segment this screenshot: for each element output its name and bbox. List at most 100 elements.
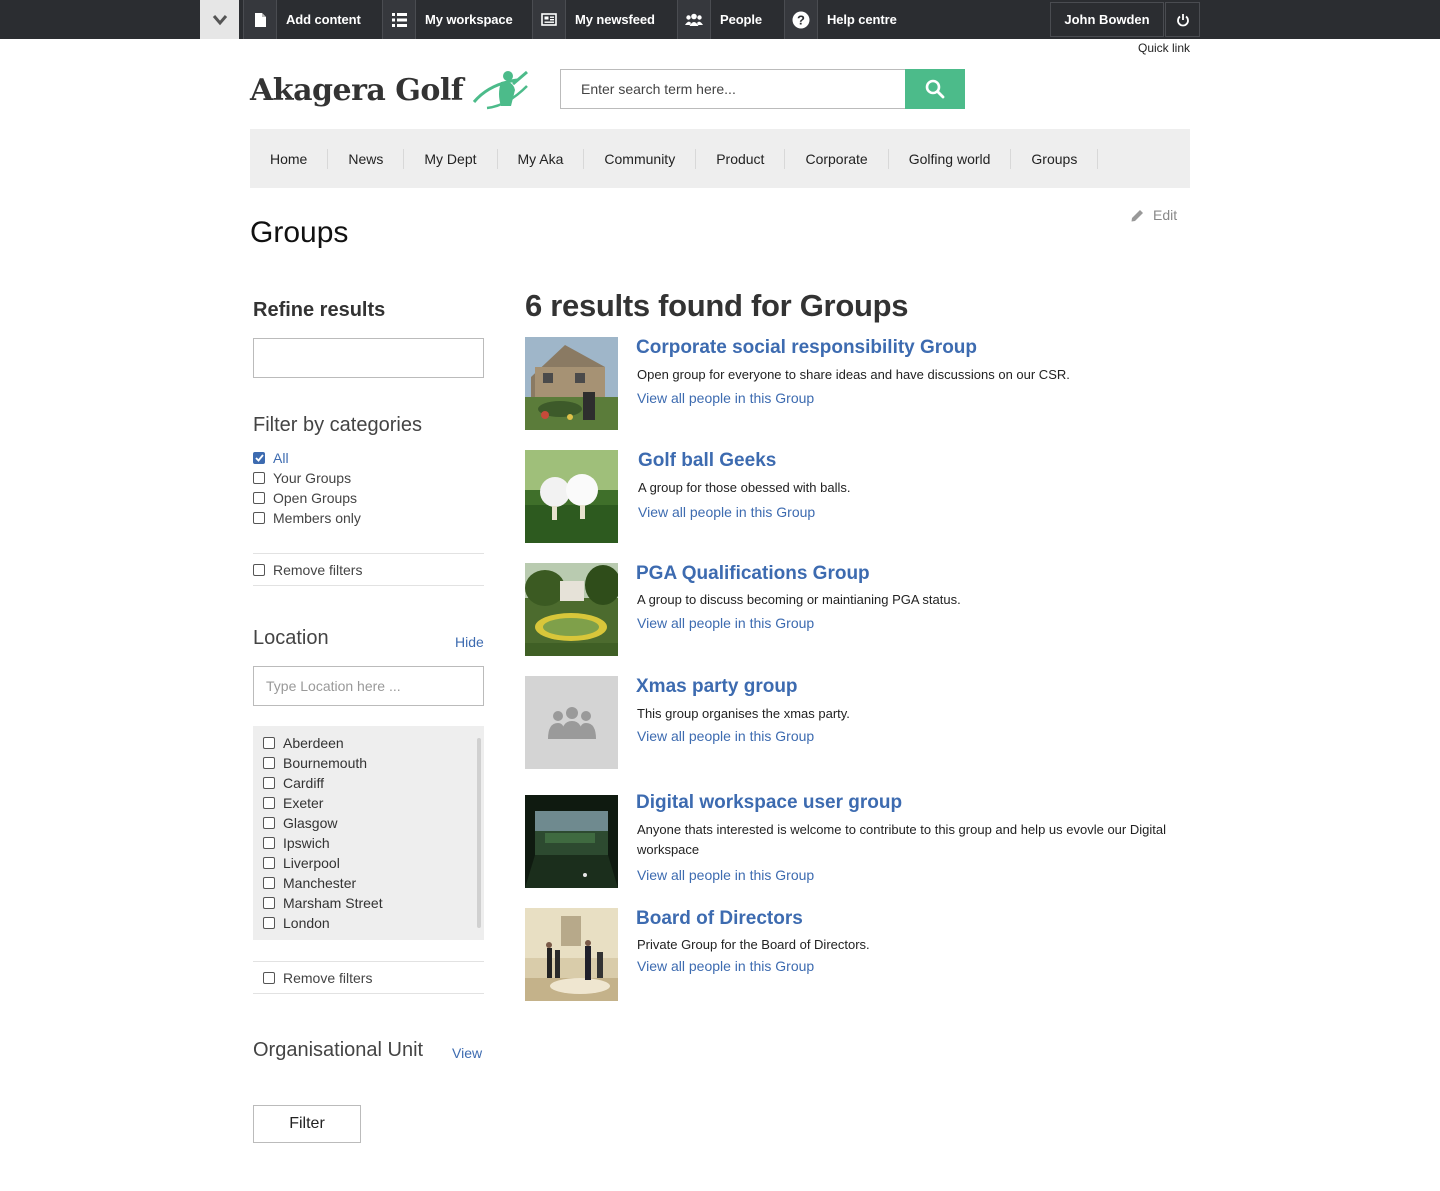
- nav-item-my-dept[interactable]: My Dept: [404, 148, 498, 169]
- location-glasgow-checkbox[interactable]: Glasgow: [263, 815, 337, 831]
- group-title-link[interactable]: Digital workspace user group: [636, 792, 902, 814]
- search-icon: [925, 79, 945, 99]
- result-item: Golf ball Geeks A group for those obesse…: [525, 450, 1190, 543]
- help-centre-button[interactable]: ? Help centre: [784, 0, 897, 39]
- results-heading: 6 results found for Groups: [525, 288, 909, 323]
- location-label: Exeter: [283, 795, 324, 811]
- golfer-logo-icon: [473, 70, 529, 110]
- group-placeholder-thumbnail[interactable]: [525, 676, 618, 769]
- group-description: A group for those obessed with balls.: [638, 480, 851, 495]
- file-icon: [243, 0, 277, 39]
- location-list: Aberdeen Bournemouth Cardiff Exeter Glas…: [253, 726, 484, 940]
- user-menu-button[interactable]: John Bowden: [1050, 2, 1164, 37]
- newspaper-icon: [532, 0, 566, 39]
- view-people-link[interactable]: View all people in this Group: [637, 390, 814, 406]
- remove-filters-label: Remove filters: [283, 970, 373, 986]
- group-title-link[interactable]: Xmas party group: [636, 676, 798, 698]
- location-hide-link[interactable]: Hide: [455, 634, 484, 650]
- nav-item-news[interactable]: News: [328, 148, 405, 169]
- category-open-groups-checkbox[interactable]: Open Groups: [253, 490, 357, 506]
- checkbox-icon: [263, 797, 275, 809]
- category-all-checkbox[interactable]: All: [253, 450, 289, 466]
- people-icon: [677, 0, 711, 39]
- location-input[interactable]: [253, 666, 484, 706]
- refine-results-heading: Refine results: [253, 299, 386, 321]
- help-centre-label: Help centre: [827, 12, 897, 27]
- people-label: People: [720, 12, 763, 27]
- location-london-checkbox[interactable]: London: [263, 915, 330, 931]
- view-people-link[interactable]: View all people in this Group: [637, 728, 814, 744]
- group-description: Private Group for the Board of Directors…: [637, 937, 870, 952]
- result-item: Xmas party group This group organises th…: [525, 676, 1190, 769]
- location-marsham-street-checkbox[interactable]: Marsham Street: [263, 895, 383, 911]
- category-members-only-checkbox[interactable]: Members only: [253, 510, 361, 526]
- view-people-link[interactable]: View all people in this Group: [637, 958, 814, 974]
- location-ipswich-checkbox[interactable]: Ipswich: [263, 835, 330, 851]
- nav-item-community[interactable]: Community: [584, 148, 697, 169]
- divider: [253, 585, 484, 586]
- group-people-icon: [547, 706, 596, 739]
- location-label: Glasgow: [283, 815, 338, 831]
- location-list-scrollbar[interactable]: [477, 738, 481, 928]
- group-thumbnail[interactable]: [525, 337, 618, 430]
- remove-filters-label: Remove filters: [273, 562, 363, 578]
- search-input[interactable]: [560, 69, 906, 109]
- view-people-link[interactable]: View all people in this Group: [637, 615, 814, 631]
- divider: [253, 993, 484, 994]
- group-thumbnail[interactable]: [525, 795, 618, 888]
- people-button[interactable]: People: [677, 0, 762, 39]
- group-title-link[interactable]: Corporate social responsibility Group: [636, 337, 977, 359]
- nav-item-groups[interactable]: Groups: [1011, 148, 1099, 169]
- location-manchester-checkbox[interactable]: Manchester: [263, 875, 356, 891]
- my-newsfeed-button[interactable]: My newsfeed: [532, 0, 655, 39]
- nav-item-corporate[interactable]: Corporate: [785, 148, 889, 169]
- refine-results-input[interactable]: [253, 338, 484, 378]
- site-logo[interactable]: Akagera Golf: [250, 66, 531, 114]
- quick-link[interactable]: Quick link: [1110, 41, 1190, 55]
- group-title-link[interactable]: PGA Qualifications Group: [636, 563, 870, 585]
- checkbox-icon: [263, 857, 275, 869]
- add-content-button[interactable]: Add content: [243, 0, 361, 39]
- group-thumbnail[interactable]: [525, 908, 618, 1001]
- nav-item-home[interactable]: Home: [250, 148, 329, 169]
- nav-item-my-aka[interactable]: My Aka: [498, 148, 585, 169]
- group-description: A group to discuss becoming or maintiani…: [637, 592, 961, 607]
- nav-item-golfing-world[interactable]: Golfing world: [889, 148, 1012, 169]
- filter-button[interactable]: Filter: [253, 1105, 361, 1143]
- location-liverpool-checkbox[interactable]: Liverpool: [263, 855, 340, 871]
- my-workspace-label: My workspace: [425, 12, 513, 27]
- edit-label: Edit: [1153, 207, 1178, 223]
- search-button[interactable]: [905, 69, 965, 109]
- category-label: Members only: [273, 510, 361, 526]
- group-title-link[interactable]: Board of Directors: [636, 908, 803, 930]
- checkbox-icon: [263, 972, 275, 984]
- org-unit-view-link[interactable]: View: [452, 1045, 482, 1061]
- location-label: London: [283, 915, 330, 931]
- checkbox-icon: [263, 757, 275, 769]
- location-remove-filters-checkbox[interactable]: Remove filters: [263, 970, 372, 986]
- my-newsfeed-label: My newsfeed: [575, 12, 655, 27]
- checkbox-icon: [263, 877, 275, 889]
- power-icon: [1176, 13, 1189, 26]
- my-workspace-button[interactable]: My workspace: [382, 0, 513, 39]
- menu-toggle-button[interactable]: [200, 0, 239, 39]
- checkbox-icon: [253, 472, 265, 484]
- group-thumbnail[interactable]: [525, 450, 618, 543]
- view-people-link[interactable]: View all people in this Group: [637, 867, 814, 883]
- location-aberdeen-checkbox[interactable]: Aberdeen: [263, 735, 344, 751]
- location-cardiff-checkbox[interactable]: Cardiff: [263, 775, 324, 791]
- remove-filters-checkbox[interactable]: Remove filters: [253, 562, 362, 578]
- location-bournemouth-checkbox[interactable]: Bournemouth: [263, 755, 367, 771]
- checkbox-icon: [253, 512, 265, 524]
- view-people-link[interactable]: View all people in this Group: [638, 504, 815, 520]
- edit-button[interactable]: Edit: [1130, 207, 1177, 223]
- group-thumbnail[interactable]: [525, 563, 618, 656]
- pencil-icon: [1131, 209, 1143, 221]
- category-label: All: [273, 450, 289, 466]
- chevron-down-icon: [212, 14, 227, 25]
- group-title-link[interactable]: Golf ball Geeks: [638, 450, 776, 472]
- category-your-groups-checkbox[interactable]: Your Groups: [253, 470, 351, 486]
- location-exeter-checkbox[interactable]: Exeter: [263, 795, 323, 811]
- nav-item-product[interactable]: Product: [696, 148, 786, 169]
- logout-button[interactable]: [1165, 2, 1200, 37]
